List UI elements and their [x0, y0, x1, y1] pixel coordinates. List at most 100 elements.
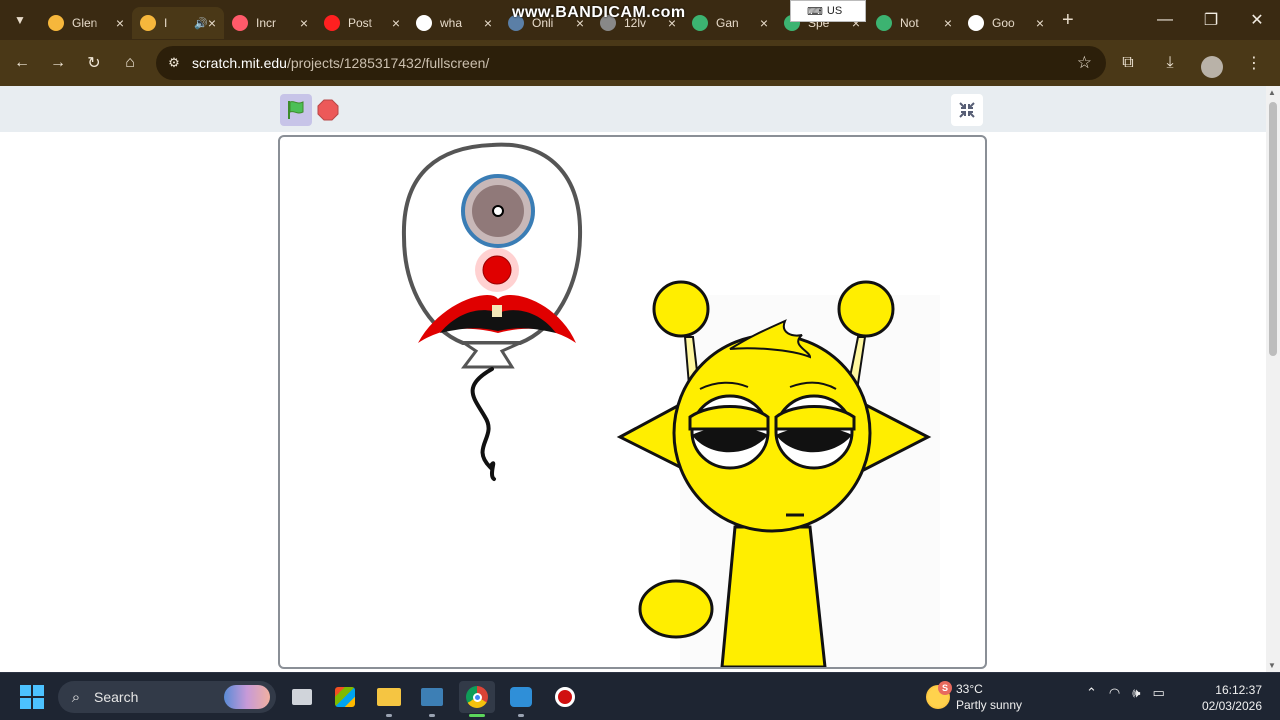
tab-3[interactable]: Post ×	[316, 7, 408, 39]
url-host: scratch.mit.edu	[192, 55, 287, 71]
store-app[interactable]	[327, 681, 363, 713]
terminal-icon	[421, 688, 443, 706]
scroll-down-icon[interactable]: ▼	[1268, 661, 1276, 670]
youtube-icon	[324, 15, 340, 31]
tab-title: Post	[348, 16, 373, 30]
tab-7[interactable]: Gan ×	[684, 7, 776, 39]
bookmark-star-icon[interactable]: ☆	[1077, 53, 1092, 73]
keyboard-icon: ⌨	[807, 5, 823, 18]
address-bar[interactable]: ⚙ scratch.mit.edu/projects/1285317432/fu…	[156, 46, 1106, 80]
windows-taskbar: ⌕ Search S 33°C Partly sunny ⌃ ◠ 🕪 ▭ 16:…	[0, 672, 1280, 720]
reload-button[interactable]: ↻	[76, 45, 112, 81]
weather-badge: S	[938, 681, 952, 695]
tab-2[interactable]: Incr ×	[224, 7, 316, 39]
new-tab-button[interactable]: +	[1062, 9, 1074, 32]
maximize-button[interactable]: ❐	[1188, 0, 1234, 40]
clock[interactable]: 16:12:37 02/03/2026	[1202, 682, 1262, 714]
page-scrollbar[interactable]: ▲ ▼	[1266, 86, 1280, 672]
minimize-button[interactable]: —	[1142, 0, 1188, 40]
tab-title: Incr	[256, 16, 277, 30]
stop-icon	[317, 99, 339, 121]
taskbar-search[interactable]: ⌕ Search	[58, 681, 276, 713]
terminal-app[interactable]	[414, 681, 450, 717]
window-controls: — ❐ ✕	[1142, 0, 1280, 40]
scrollbar-thumb[interactable]	[1269, 102, 1277, 356]
forward-button[interactable]: →	[40, 45, 76, 81]
wifi-icon[interactable]: ◠	[1109, 685, 1120, 701]
close-icon: ✕	[1250, 12, 1264, 29]
tab-title: Gan	[716, 16, 739, 30]
tab-10[interactable]: Goo ×	[960, 7, 1052, 39]
scratch-icon	[140, 15, 156, 31]
tab-search-button[interactable]: ▼	[6, 6, 34, 34]
tab-title: wha	[440, 16, 463, 30]
people-icon	[510, 687, 532, 707]
tab-4[interactable]: wha ×	[408, 7, 500, 39]
audio-playing-icon[interactable]: 🔊	[194, 17, 208, 30]
chrome-app[interactable]	[459, 681, 495, 717]
close-tab-icon[interactable]: ×	[116, 15, 124, 31]
app-running-indicator	[518, 714, 524, 717]
extensions-button[interactable]: ⧉	[1110, 45, 1146, 81]
home-icon: ⌂	[125, 54, 135, 71]
notion-icon	[876, 15, 892, 31]
t-icon	[232, 15, 248, 31]
app-active-indicator	[469, 714, 485, 717]
chevron-up-icon[interactable]: ⌃	[1086, 685, 1097, 701]
download-icon: ⤓	[1166, 54, 1174, 71]
close-tab-icon[interactable]: ×	[944, 15, 952, 31]
stop-button[interactable]	[317, 99, 339, 121]
avatar	[1201, 55, 1223, 78]
close-tab-icon[interactable]: ×	[392, 15, 400, 31]
downloads-button[interactable]: ⤓	[1152, 45, 1188, 81]
close-tab-icon[interactable]: ×	[208, 15, 216, 31]
browser-toolbar: ← → ↻ ⌂ ⚙ scratch.mit.edu/projects/12853…	[0, 40, 1280, 86]
speaker-icon[interactable]: 🕪	[1132, 685, 1140, 701]
task-view-button[interactable]	[284, 681, 320, 713]
bandicam-app[interactable]	[547, 681, 583, 713]
exit-fullscreen-icon	[959, 102, 975, 118]
keyboard-layout-label: US	[826, 5, 843, 17]
people-app[interactable]	[503, 681, 539, 717]
arrow-right-icon: →	[50, 54, 66, 71]
search-icon: ⌕	[71, 688, 81, 706]
google-icon	[968, 15, 984, 31]
chrome-icon	[466, 686, 488, 708]
profile-button[interactable]	[1194, 45, 1230, 81]
toolbar-actions: ⧉ ⤓ ⋮	[1110, 45, 1272, 81]
back-button[interactable]: ←	[4, 45, 40, 81]
clock-date: 02/03/2026	[1201, 699, 1262, 713]
close-tab-icon[interactable]: ×	[300, 15, 308, 31]
scratch-fullscreen-page	[0, 86, 1266, 672]
start-button[interactable]	[18, 683, 46, 711]
site-info-icon[interactable]: ⚙	[156, 55, 192, 71]
record-icon	[555, 687, 575, 707]
exit-fullscreen-button[interactable]	[951, 94, 983, 126]
task-view-icon	[292, 689, 312, 705]
weather-widget[interactable]: S 33°C Partly sunny	[926, 679, 1022, 715]
keyboard-layout-widget[interactable]: ⌨ US	[790, 0, 866, 22]
scroll-up-icon[interactable]: ▲	[1268, 88, 1276, 97]
green-flag-button[interactable]	[280, 94, 312, 126]
close-tab-icon[interactable]: ×	[484, 15, 492, 31]
weather-description: Partly sunny	[956, 698, 1023, 712]
tab-9[interactable]: Not ×	[868, 7, 960, 39]
tab-1[interactable]: I 🔊 ×	[132, 7, 224, 39]
bandicam-watermark: www.BANDICAM.com	[512, 4, 686, 21]
close-tab-icon[interactable]: ×	[1036, 15, 1044, 31]
restore-icon: ❐	[1203, 12, 1219, 29]
close-window-button[interactable]: ✕	[1234, 0, 1280, 40]
url-path: /projects/1285317432/fullscreen/	[286, 55, 490, 71]
menu-button[interactable]: ⋮	[1236, 45, 1272, 81]
project-stage[interactable]	[278, 135, 987, 669]
tab-0[interactable]: Glen ×	[40, 7, 132, 39]
file-explorer-app[interactable]	[371, 681, 407, 717]
app-icon	[692, 15, 708, 31]
battery-icon[interactable]: ▭	[1152, 685, 1164, 701]
green-flag-icon	[288, 101, 304, 119]
home-button[interactable]: ⌂	[112, 45, 148, 81]
close-tab-icon[interactable]: ×	[760, 15, 768, 31]
weather-temperature: 33°C	[956, 682, 983, 696]
app-running-indicator	[429, 714, 435, 717]
stage-canvas	[401, 142, 940, 667]
